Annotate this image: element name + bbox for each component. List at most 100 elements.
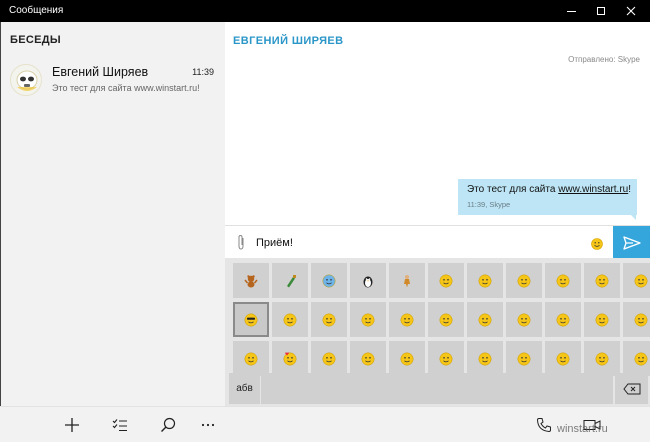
window-title: Сообщения [9, 5, 64, 16]
emoji-sweating[interactable] [584, 341, 620, 376]
phone-icon[interactable] [535, 416, 553, 434]
conversation-name: Евгений Ширяев [52, 65, 149, 79]
conversation-item[interactable]: Евгений Ширяев 11:39 Это тест для сайта … [1, 59, 225, 101]
emoji-crying[interactable] [350, 302, 386, 337]
send-button[interactable] [613, 226, 650, 259]
emoji-glyph-icon [244, 352, 258, 365]
emoji-headphones-face[interactable] [428, 263, 464, 298]
emoji-worried[interactable] [584, 302, 620, 337]
emoji-glyph-icon [322, 352, 336, 365]
emoji-glyph-icon [634, 274, 648, 287]
emoji-glyph-icon [361, 313, 375, 326]
add-icon[interactable] [63, 416, 81, 434]
emoji-grid [233, 263, 650, 376]
emoji-glyph-icon [322, 274, 336, 287]
emoji-neutral[interactable] [428, 302, 464, 337]
emoji-glyph-icon [404, 274, 410, 287]
title-bar: Сообщения [0, 0, 650, 22]
emoji-anxious[interactable] [311, 341, 347, 376]
message-link[interactable]: www.winstart.ru [558, 184, 628, 195]
emoji-whistling[interactable] [506, 341, 542, 376]
emoji-yawn[interactable] [350, 341, 386, 376]
search-icon[interactable] [159, 416, 177, 434]
emoji-glyph-icon [439, 313, 453, 326]
emoji-glyph-icon [244, 313, 258, 326]
minimize-icon[interactable] [556, 0, 586, 22]
message-text-suffix: ! [628, 184, 631, 195]
emoji-glyph-icon [556, 274, 570, 287]
emoji-glyph-icon [400, 313, 414, 326]
message-text-prefix: Это тест для сайта [467, 184, 559, 195]
maximize-icon[interactable] [586, 0, 616, 22]
emoji-glyph-icon [287, 274, 296, 287]
emoji-glyph-icon [478, 313, 492, 326]
emoji-glyph-icon [517, 274, 531, 287]
more-icon[interactable] [199, 416, 217, 434]
watermark: winstart.ru [557, 423, 608, 435]
emoji-glyph-icon [595, 274, 609, 287]
emoji-monkey[interactable] [467, 263, 503, 298]
emoji-glyph-icon [283, 351, 297, 365]
emoji-glyph-icon [556, 313, 570, 326]
abc-keyboard-button[interactable]: абв [229, 373, 260, 404]
send-icon [622, 235, 641, 250]
emoji-sleepy[interactable] [623, 302, 650, 337]
emoji-glyph-icon [478, 352, 492, 365]
emoji-crying-face[interactable] [311, 263, 347, 298]
emoji-tongue-out[interactable] [506, 302, 542, 337]
emoji-party[interactable] [545, 341, 581, 376]
emoji-cool-sunglasses[interactable] [233, 302, 269, 337]
emoji-glyph-icon [322, 313, 336, 326]
paperclip-icon[interactable] [235, 234, 247, 251]
emoji-angry[interactable] [467, 302, 503, 337]
emoji-glyph-icon [439, 274, 453, 287]
smiley-icon[interactable] [591, 237, 603, 250]
backspace-icon [622, 383, 640, 394]
select-icon[interactable] [111, 416, 129, 434]
emoji-glyph-icon [517, 352, 531, 365]
emoji-glyph-icon [400, 352, 414, 365]
emoji-glyph-icon [517, 313, 531, 326]
chat-pane: ЕВГЕНИЙ ШИРЯЕВ Отправлено: Skype Это тес… [225, 22, 650, 225]
emoji-sad[interactable] [545, 263, 581, 298]
emoji-big-grin[interactable] [584, 263, 620, 298]
bottom-command-bar: winstart.ru [0, 406, 650, 442]
emoji-dancing-bear[interactable] [233, 263, 269, 298]
emoji-thinking[interactable] [389, 302, 425, 337]
emoji-indifferent[interactable] [545, 302, 581, 337]
message-meta: 11:39, Skype [467, 200, 511, 209]
emoji-smug[interactable] [467, 341, 503, 376]
emoji-glyph-icon [244, 274, 258, 287]
message-composer [225, 225, 650, 259]
emoji-glyph-icon [595, 352, 609, 365]
emoji-glyph-icon [478, 274, 492, 287]
backspace-button[interactable] [615, 373, 648, 404]
emoji-glyph-icon [283, 313, 297, 326]
space-bar[interactable] [261, 373, 613, 404]
emoji-in-love[interactable] [272, 341, 308, 376]
emoji-penguin[interactable] [350, 263, 386, 298]
emoji-glyph-icon [595, 313, 609, 326]
emoji-puking[interactable] [389, 341, 425, 376]
emoji-grinning[interactable] [623, 341, 650, 376]
emoji-panel: абв [225, 258, 650, 406]
bubble-tail [630, 214, 636, 220]
emoji-blush[interactable] [428, 341, 464, 376]
emoji-surprised[interactable] [272, 302, 308, 337]
close-icon[interactable] [616, 0, 646, 22]
emoji-wink[interactable] [311, 302, 347, 337]
emoji-laughing[interactable] [623, 263, 650, 298]
emoji-bottle[interactable] [272, 263, 308, 298]
emoji-man[interactable] [389, 263, 425, 298]
conversation-sidebar: БЕСЕДЫ Евгений Ширяев 11:39 Это тест для… [0, 22, 225, 406]
message-input[interactable] [256, 234, 576, 251]
emoji-glyph-icon [634, 313, 648, 326]
emoji-glyph-icon [439, 352, 453, 365]
sidebar-heading: БЕСЕДЫ [10, 34, 61, 46]
emoji-smiley[interactable] [506, 263, 542, 298]
emoji-smirk[interactable] [233, 341, 269, 376]
conversation-time: 11:39 [192, 67, 214, 77]
emoji-glyph-icon [634, 352, 648, 365]
message-bubble: Это тест для сайта www.winstart.ru! 11:3… [458, 179, 637, 220]
message-text: Это тест для сайта www.winstart.ru! [467, 184, 631, 195]
